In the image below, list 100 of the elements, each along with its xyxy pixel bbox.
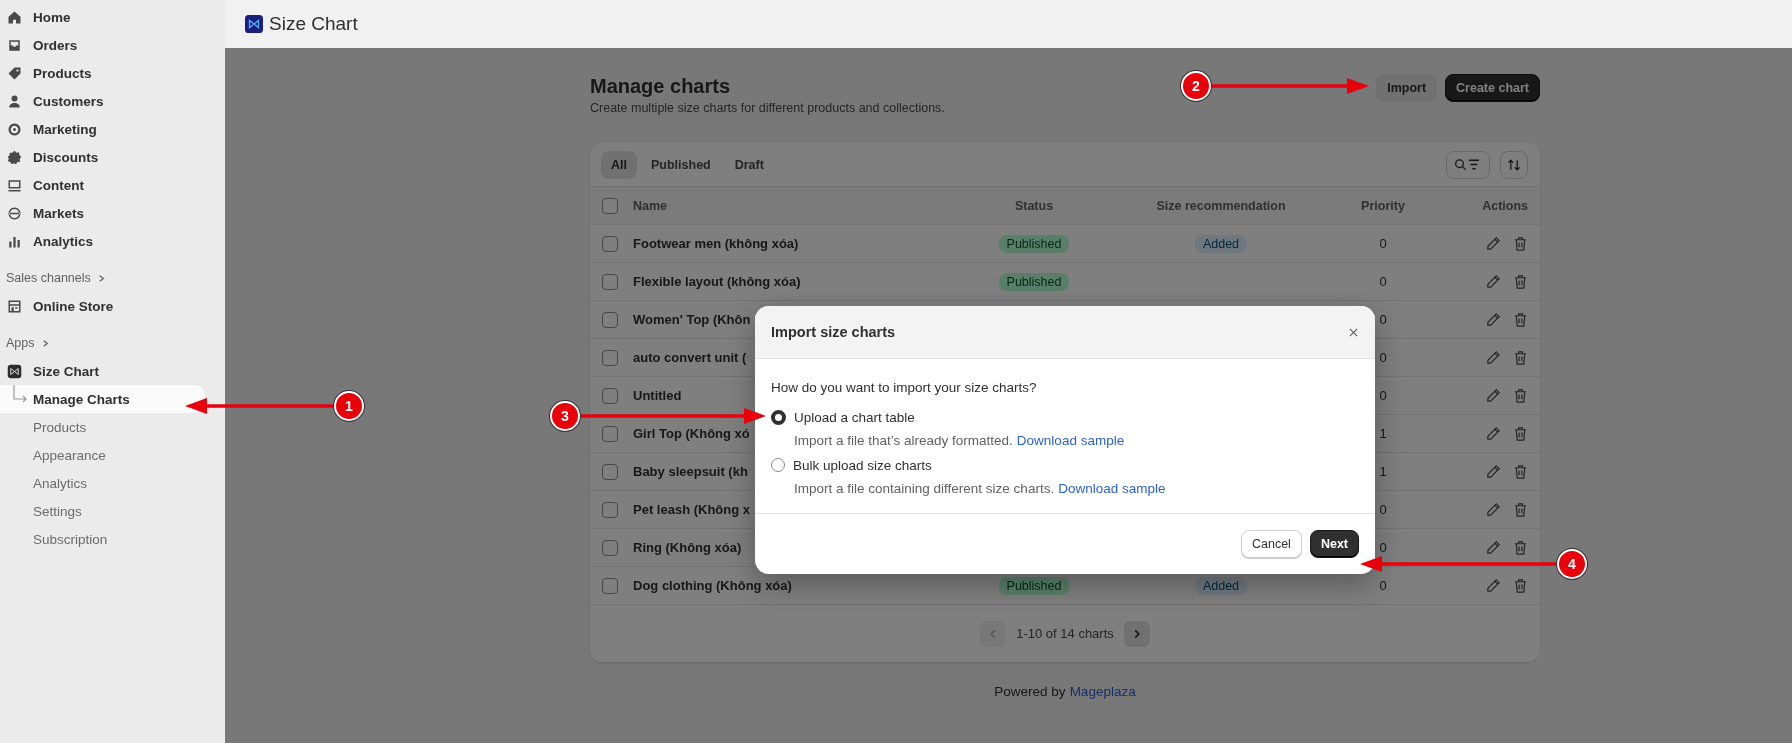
section-heading[interactable]: Sales channels	[6, 271, 91, 285]
download-link[interactable]: Download sample	[1058, 480, 1166, 496]
checkbox[interactable]	[602, 387, 618, 404]
status-badge: Published	[998, 576, 1070, 595]
nav-subitem[interactable]: Analytics	[0, 469, 205, 497]
priority-value: 0	[1379, 274, 1387, 289]
checkbox[interactable]	[602, 273, 618, 290]
trash-icon[interactable]	[1513, 350, 1528, 365]
next-page-button[interactable]	[1123, 620, 1150, 647]
priority-value: 0	[1379, 388, 1387, 403]
status-badge: Published	[998, 234, 1070, 253]
checkbox[interactable]	[602, 235, 618, 252]
pencil-icon[interactable]	[1486, 540, 1501, 555]
trash-icon[interactable]	[1513, 236, 1528, 251]
chart-name: Dog clothing (Không xóa)	[633, 578, 792, 593]
nav-item[interactable]: Discounts	[0, 143, 205, 171]
trash-icon[interactable]	[1513, 426, 1528, 441]
app-title: Size Chart	[269, 13, 358, 35]
pencil-icon[interactable]	[1486, 236, 1501, 251]
option-description: Import a file containing different size charts.	[794, 480, 1055, 496]
pencil-icon[interactable]	[1486, 426, 1501, 441]
option-description: Import a file that’s already formatted.	[794, 432, 1013, 448]
radio-button[interactable]	[771, 409, 786, 425]
globe-icon	[7, 205, 22, 221]
nav-subitem[interactable]: Subscription	[0, 525, 205, 553]
chart-name: Flexible layout (không xóa)	[633, 274, 801, 289]
footer-text: Powered by	[994, 684, 1066, 699]
step-number: 2	[1181, 71, 1211, 101]
import-button[interactable]: Import	[1376, 74, 1438, 102]
next-button[interactable]: Next	[1309, 530, 1359, 558]
trash-icon[interactable]	[1513, 540, 1528, 555]
search-filter-button[interactable]	[1446, 150, 1490, 179]
close-icon[interactable]	[1348, 326, 1359, 338]
trash-icon[interactable]	[1513, 502, 1528, 517]
nav-subitem[interactable]: Manage Charts	[0, 385, 205, 413]
chart-name: auto convert unit (	[633, 350, 747, 365]
badge-icon	[7, 149, 22, 165]
nav-item[interactable]: Analytics	[0, 227, 205, 255]
sort-button[interactable]	[1500, 150, 1528, 179]
nav-item[interactable]: Products	[0, 59, 205, 87]
status-badge: Published	[998, 272, 1070, 291]
trash-icon[interactable]	[1513, 274, 1528, 289]
radio-button[interactable]	[771, 458, 785, 472]
pagination-label: 1-10 of 14 charts	[1016, 626, 1114, 641]
pencil-icon[interactable]	[1486, 464, 1501, 479]
nav-item[interactable]: Customers	[0, 87, 205, 115]
priority-value: 0	[1379, 312, 1387, 327]
checkbox[interactable]	[602, 311, 618, 328]
app-logo-icon	[245, 15, 263, 33]
priority-value: 0	[1379, 236, 1387, 251]
column-header: Size recommendation	[1156, 198, 1286, 213]
checkbox[interactable]	[602, 577, 618, 594]
checkbox[interactable]	[602, 463, 618, 480]
priority-value: 0	[1379, 578, 1387, 593]
nav-subitem[interactable]: Settings	[0, 497, 205, 525]
nav-item[interactable]: Content	[0, 171, 205, 199]
nav-item[interactable]: Orders	[0, 31, 205, 59]
download-link[interactable]: Download sample	[1016, 432, 1125, 448]
pencil-icon[interactable]	[1486, 388, 1501, 403]
filter-tab[interactable]: All	[601, 150, 637, 179]
nav-item[interactable]: Home	[0, 3, 205, 31]
column-header: Status	[1014, 198, 1054, 213]
checkbox[interactable]	[602, 197, 618, 214]
trash-icon[interactable]	[1513, 464, 1528, 479]
pencil-icon[interactable]	[1486, 578, 1501, 593]
chart-name: Footwear men (không xóa)	[633, 236, 799, 251]
checkbox[interactable]	[602, 349, 618, 366]
priority-value: 0	[1379, 350, 1387, 365]
home-icon	[7, 9, 22, 25]
cancel-button[interactable]: Cancel	[1241, 530, 1302, 558]
trash-icon[interactable]	[1513, 388, 1528, 403]
step-number: 3	[550, 401, 580, 431]
checkbox[interactable]	[602, 539, 618, 556]
priority-value: 0	[1379, 540, 1387, 555]
section-heading[interactable]: Apps	[6, 336, 35, 350]
checkbox[interactable]	[602, 501, 618, 518]
pencil-icon[interactable]	[1486, 312, 1501, 327]
nav-item[interactable]: Size Chart	[0, 357, 205, 385]
pencil-icon[interactable]	[1486, 350, 1501, 365]
option-label[interactable]: Bulk upload size charts	[793, 457, 932, 473]
tag-icon	[7, 65, 22, 81]
trash-icon[interactable]	[1513, 312, 1528, 327]
nav-item[interactable]: Marketing	[0, 115, 205, 143]
priority-value: 1	[1379, 464, 1387, 479]
filter-tab[interactable]: Draft	[724, 150, 774, 179]
app-logo-icon	[7, 363, 22, 379]
nav-item[interactable]: Markets	[0, 199, 205, 227]
filter-tab[interactable]: Published	[641, 150, 721, 179]
checkbox[interactable]	[602, 425, 618, 442]
person-icon	[7, 93, 22, 109]
chart-name: Baby sleepsuit (kh	[633, 464, 748, 479]
nav-item[interactable]: Online Store	[0, 292, 205, 320]
nav-subitem[interactable]: Appearance	[0, 441, 205, 469]
nav-subitem[interactable]: Products	[0, 413, 205, 441]
pencil-icon[interactable]	[1486, 502, 1501, 517]
option-label[interactable]: Upload a chart table	[794, 409, 915, 425]
dialog-question: How do you want to import your size charts?	[771, 379, 1038, 397]
trash-icon[interactable]	[1513, 578, 1528, 593]
create-button[interactable]: Create chart	[1445, 74, 1540, 102]
pencil-icon[interactable]	[1486, 274, 1501, 289]
